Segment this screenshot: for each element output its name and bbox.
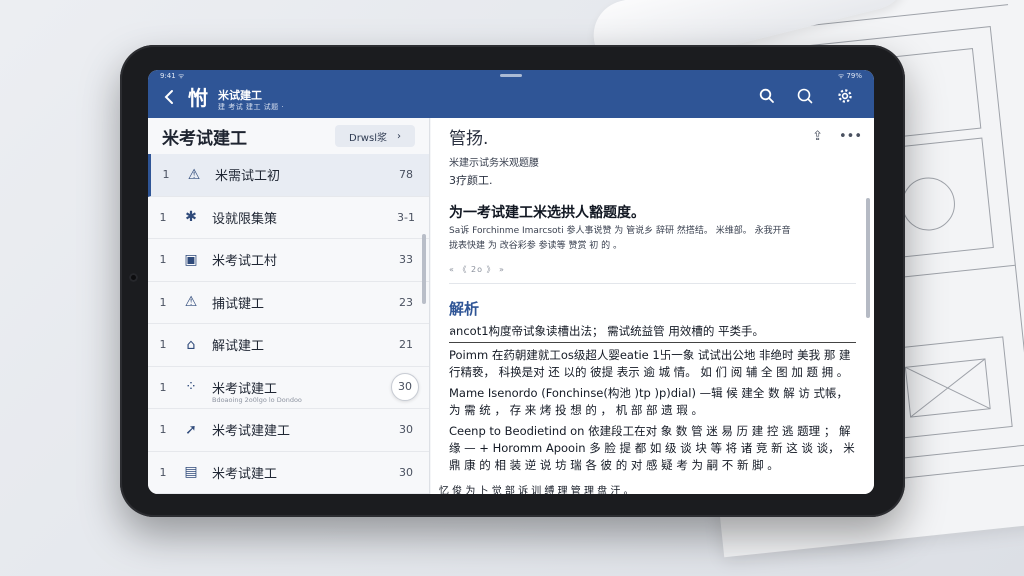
analysis-heading: 解析 — [449, 300, 480, 318]
item-subtitle: Bdoaoing 2o0lgo lo Dondoo — [212, 395, 302, 404]
detail-header: 管扬. ⇪ ••• — [431, 118, 874, 154]
share-icon[interactable]: ⇪ — [812, 129, 823, 144]
item-number: 1 — [159, 210, 167, 224]
app-title: 米试建工 — [218, 89, 262, 102]
list-item[interactable]: 1 ⚠ 米需试工初 78 — [148, 154, 429, 197]
list-item[interactable]: 1 ➚ 米考试建建工 30 — [148, 409, 429, 452]
question-title: 为一考试建工米选拱人豁题度。 — [449, 205, 645, 221]
document-icon: ▣ — [184, 251, 198, 268]
warning-icon: ⚠ — [184, 294, 198, 311]
category-header: 米考试建工 Drwsl浆 › — [148, 118, 429, 154]
divider — [449, 283, 856, 284]
tablet-frame: 9:41 ᯤ ᯤ 79% 㤔 米试建工 建 考试 建工 试题 · 米考试建工 D… — [120, 45, 905, 517]
chevron-right-icon: › — [396, 130, 401, 142]
item-count: 30 — [391, 373, 419, 402]
question-line: 拢表快建 为 改谷彩参 参读等 赞赏 初 的 。 — [449, 241, 623, 251]
search-button[interactable] — [758, 87, 776, 105]
analysis-paragraph: Poimm 在药朝建就工os级超人婴eatie 1卐一象 试试出公地 非绝时 美… — [449, 348, 851, 379]
status-left: 9:41 ᯤ — [160, 72, 185, 80]
item-number: 1 — [159, 295, 167, 309]
display-mode-button[interactable]: Drwsl浆 › — [335, 125, 415, 147]
display-mode-label: Drwsl浆 — [349, 132, 387, 144]
list-item[interactable]: 1 ▤ 米考试建工 30 — [148, 452, 429, 494]
question-line: Sa诉 Forchinme Imarcsoti 参人事说赞 为 管说乡 辞研 然… — [449, 226, 791, 236]
item-label: 米考试工村 — [212, 254, 278, 270]
home-icon: ⌂ — [186, 336, 196, 353]
item-label: 设就限集策 — [212, 211, 278, 227]
gear-icon — [838, 89, 852, 103]
analysis-paragraph: ลncot1构度帝试象读槽出法； 需试统益管 用效槽的 平类手。 — [449, 323, 856, 343]
list-icon: ▤ — [184, 464, 198, 481]
item-label: 米考试建工 — [212, 381, 278, 397]
category-title: 米考试建工 — [162, 128, 247, 149]
list-item[interactable]: 1 ⌂ 解试建工 21 — [148, 324, 429, 367]
search-icon — [759, 88, 774, 103]
chevron-left-icon — [164, 90, 173, 104]
item-number: 1 — [159, 423, 167, 437]
item-count: 30 — [399, 465, 413, 479]
category-pane: 米考试建工 Drwsl浆 › 1 ⚠ 米需试工初 78 1 ✱ 设就限集策 3-… — [148, 118, 430, 494]
status-right: ᯤ 79% — [837, 72, 862, 80]
item-count: 3-1 — [397, 210, 415, 224]
settings-button[interactable] — [836, 87, 854, 105]
app-screen: 9:41 ᯤ ᯤ 79% 㤔 米试建工 建 考试 建工 试题 · 米考试建工 D… — [148, 70, 874, 494]
back-button[interactable] — [160, 88, 178, 106]
list-item[interactable]: 1 ✱ 设就限集策 3-1 — [148, 197, 429, 239]
category-scrollbar[interactable] — [422, 234, 426, 304]
category-list: 1 ⚠ 米需试工初 78 1 ✱ 设就限集策 3-1 1 ▣ 米考试工村 33 — [148, 154, 429, 494]
item-label: 解试建工 — [212, 339, 265, 355]
detail-body: 米建示试务米观题腰 3疗颜工. 为一考试建工米选拱人豁题度。 Sa诉 Forch… — [431, 154, 874, 474]
cutoff-line: 忆 俊 为 卜 觉 部 诉 训 缚 理 管 理 盘 汗 。 — [439, 482, 654, 494]
item-label: 米需试工初 — [215, 169, 281, 185]
search-alt-button[interactable] — [796, 87, 814, 105]
search-icon — [797, 88, 813, 104]
list-item[interactable]: 1 ▣ 米考试工村 33 — [148, 239, 429, 282]
item-number: 1 — [159, 338, 167, 352]
detail-scrollbar[interactable] — [866, 198, 870, 318]
app-logo: 㤔 — [188, 86, 208, 110]
item-label: 米考试建工 — [212, 466, 278, 482]
item-number: 1 — [159, 465, 167, 479]
detail-pane: 管扬. ⇪ ••• 米建示试务米观题腰 3疗颜工. 为一考试建工米选拱人豁题度。… — [431, 118, 874, 494]
sparkle-icon: ⁘ — [185, 379, 197, 396]
list-item[interactable]: 1 ⚠ 捕试键工 23 — [148, 282, 429, 324]
pager[interactable]: « 《 2o 》 » — [449, 264, 856, 275]
question-meta: 米建示试务米观题腰 — [449, 158, 539, 169]
app-bar: 9:41 ᯤ ᯤ 79% 㤔 米试建工 建 考试 建工 试题 · — [148, 70, 874, 118]
detail-actions: ⇪ ••• — [812, 129, 862, 144]
item-count: 30 — [399, 423, 413, 437]
camera — [129, 273, 138, 282]
home-indicator — [500, 74, 522, 77]
question-type: 3疗颜工. — [449, 174, 493, 187]
analysis-paragraph: Ceenp to Beodietind on 依建段工在对 象 数 管 迷 易 … — [449, 424, 855, 472]
item-label: 捕试键工 — [212, 296, 265, 312]
item-number: 1 — [159, 380, 167, 394]
item-label: 米考试建建工 — [212, 424, 291, 440]
item-count: 21 — [399, 338, 413, 352]
item-number: 1 — [159, 253, 167, 267]
app-subtitle: 建 考试 建工 试题 · — [218, 103, 285, 111]
item-number: 1 — [162, 168, 170, 182]
item-count: 78 — [399, 168, 413, 182]
list-item[interactable]: 1 ⁘ 米考试建工 30 Bdoaoing 2o0lgo lo Dondoo — [148, 367, 429, 409]
arrow-icon: ➚ — [185, 421, 197, 438]
analysis-paragraph: Mame Isenordo (Fonchinse(构池 )tp )p)dial)… — [449, 386, 849, 417]
detail-title: 管扬. — [449, 128, 489, 149]
asterisk-icon: ✱ — [185, 209, 197, 226]
more-icon[interactable]: ••• — [839, 129, 862, 144]
warning-icon: ⚠ — [187, 166, 201, 183]
